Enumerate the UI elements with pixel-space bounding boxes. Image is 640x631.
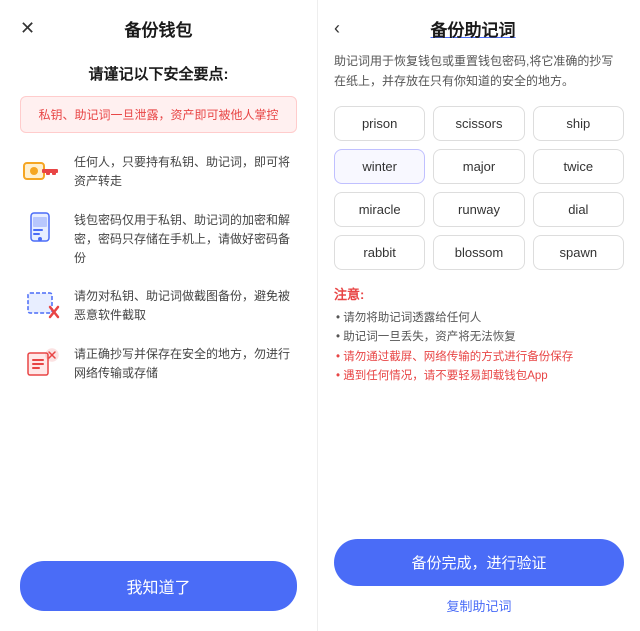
warning-banner: 私钥、助记词一旦泄露，资产即可被他人掌控 — [20, 96, 297, 133]
backup-button[interactable]: 备份完成，进行验证 — [334, 539, 624, 586]
left-bottom: 我知道了 — [20, 551, 297, 611]
right-title: 备份助记词 — [348, 16, 598, 41]
copy-link[interactable]: 复制助记词 — [334, 596, 624, 615]
word-chip-scissors: scissors — [433, 106, 524, 141]
security-item-4: 请正确抄写并保存在安全的地方，勿进行网络传输或存储 — [20, 341, 297, 385]
phone-icon — [20, 207, 64, 251]
notice-item-3: 请勿通过截屏、网络传输的方式进行备份保存 — [334, 348, 624, 368]
security-text-1: 任何人，只要持有私钥、助记词，即可将资产转走 — [74, 149, 297, 191]
left-header: ✕ 备份钱包 — [20, 0, 297, 53]
right-title-container: 备份助记词 — [348, 16, 624, 41]
key-icon — [20, 149, 64, 193]
security-text-4: 请正确抄写并保存在安全的地方，勿进行网络传输或存储 — [74, 341, 297, 383]
notice-title: 注意: — [334, 284, 624, 303]
word-chip-spawn: spawn — [533, 235, 624, 270]
word-grid: prison scissors ship winter major twice … — [334, 106, 624, 270]
word-chip-twice: twice — [533, 149, 624, 184]
word-chip-miracle: miracle — [334, 192, 425, 227]
security-text-2: 钱包密码仅用于私钥、助记词的加密和解密，密码只存储在手机上，请做好密码备份 — [74, 207, 297, 269]
right-desc: 助记词用于恢复钱包或重置钱包密码,将它准确的抄写在纸上，并存放在只有你知道的安全… — [334, 51, 624, 92]
word-chip-major: major — [433, 149, 524, 184]
notice-item-2: 助记词一旦丢失，资产将无法恢复 — [334, 328, 624, 348]
word-chip-dial: dial — [533, 192, 624, 227]
word-chip-blossom: blossom — [433, 235, 524, 270]
right-panel: ‹ 备份助记词 助记词用于恢复钱包或重置钱包密码,将它准确的抄写在纸上，并存放在… — [318, 0, 640, 631]
left-panel: ✕ 备份钱包 请谨记以下安全要点: 私钥、助记词一旦泄露，资产即可被他人掌控 任… — [0, 0, 318, 631]
word-chip-ship: ship — [533, 106, 624, 141]
word-chip-winter: winter — [334, 149, 425, 184]
notice-item-1: 请勿将助记词透露给任何人 — [334, 309, 624, 329]
security-item-1: 任何人，只要持有私钥、助记词，即可将资产转走 — [20, 149, 297, 193]
left-title: 备份钱包 — [125, 16, 193, 41]
save-icon — [20, 341, 64, 385]
word-chip-rabbit: rabbit — [334, 235, 425, 270]
security-item-2: 钱包密码仅用于私钥、助记词的加密和解密，密码只存储在手机上，请做好密码备份 — [20, 207, 297, 269]
close-icon[interactable]: ✕ — [20, 18, 35, 39]
back-icon[interactable]: ‹ — [334, 18, 340, 39]
notice-item-4: 遇到任何情况，请不要轻易卸载钱包App — [334, 367, 624, 387]
screenshot-icon — [20, 283, 64, 327]
confirm-button[interactable]: 我知道了 — [20, 561, 297, 611]
security-item-3: 请勿对私钥、助记词做截图备份，避免被恶意软件截取 — [20, 283, 297, 327]
section-title: 请谨记以下安全要点: — [20, 63, 297, 84]
word-chip-runway: runway — [433, 192, 524, 227]
notice-section: 注意: 请勿将助记词透露给任何人 助记词一旦丢失，资产将无法恢复 请勿通过截屏、… — [334, 284, 624, 387]
security-text-3: 请勿对私钥、助记词做截图备份，避免被恶意软件截取 — [74, 283, 297, 325]
right-bottom: 备份完成，进行验证 复制助记词 — [334, 539, 624, 615]
right-header: ‹ 备份助记词 — [334, 0, 624, 51]
word-chip-prison: prison — [334, 106, 425, 141]
